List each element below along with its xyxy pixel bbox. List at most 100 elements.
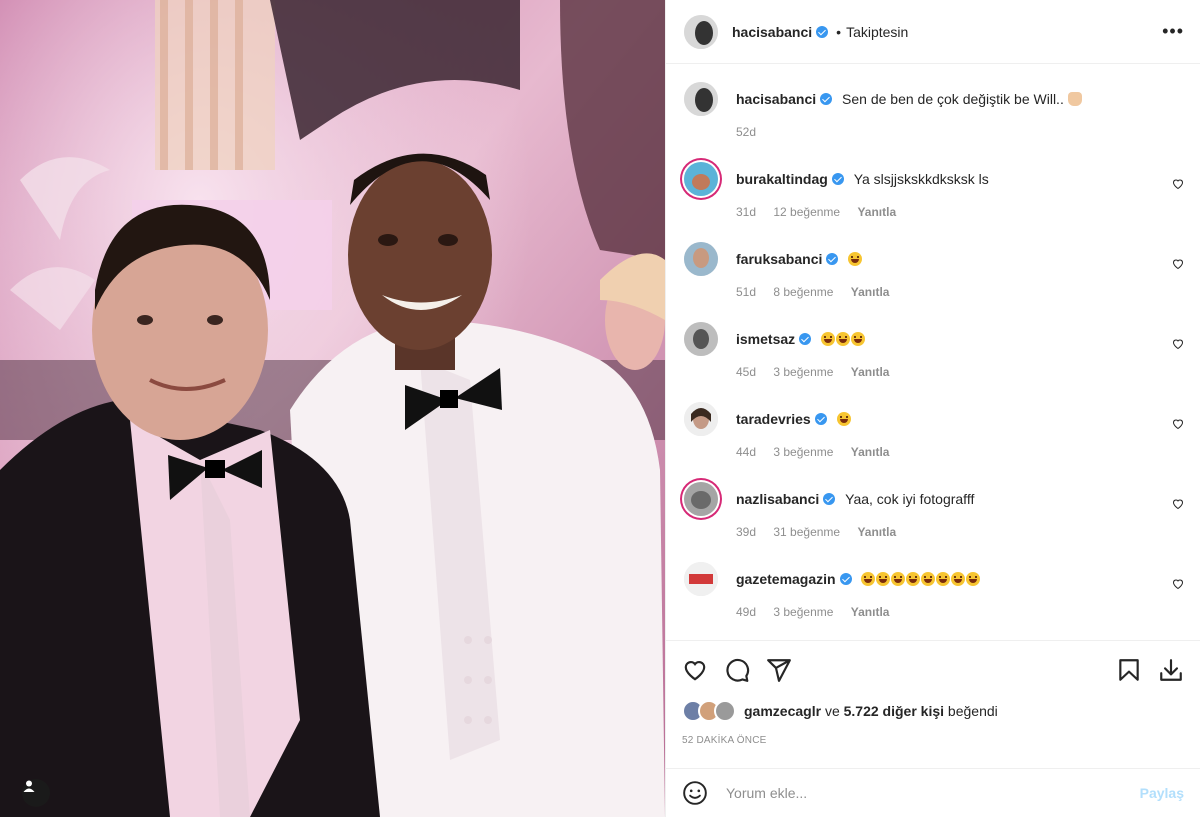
first-liker[interactable]: gamzecaglr [744,703,821,719]
comment-username[interactable]: taradevries [736,411,811,427]
author-avatar[interactable] [684,14,718,49]
laughing-emoji-icon [891,572,906,586]
commenter-avatar[interactable] [684,242,718,276]
laughing-emoji-icon [921,572,936,586]
laughing-emoji-icon [848,252,863,266]
reply-button[interactable]: Yanıtla [851,365,890,379]
comment-item: nazlisabanci Yaa, cok iyi fotografff 39d… [684,464,1184,544]
laughing-emoji-icon [966,572,981,586]
comment-username[interactable]: ismetsaz [736,331,795,347]
laughing-emoji-icon [851,332,866,346]
comment-item: faruksabanci 51d 8 beğenme Yanıtla [684,224,1184,304]
caption-avatar-image [684,82,718,116]
comment-likes[interactable]: 8 beğenme [773,285,833,299]
like-comment-heart-icon[interactable] [1172,338,1184,350]
verified-badge-icon [823,493,836,505]
verified-badge-icon [826,253,839,265]
liker-avatar [714,700,736,722]
caption-avatar[interactable] [684,82,718,116]
caption-time: 52d [736,125,757,139]
comment-likes[interactable]: 12 beğenme [773,205,840,219]
commenter-avatar[interactable] [684,562,718,596]
like-comment-heart-icon[interactable] [1172,418,1184,430]
author-username[interactable]: hacisabanci [732,24,812,40]
save-bookmark-icon[interactable] [1116,657,1142,683]
comment-likes[interactable]: 3 beğenme [773,445,833,459]
comment-time: 39d [736,525,757,539]
comment-likes[interactable]: 31 beğenme [773,525,840,539]
comment-time: 45d [736,365,757,379]
verified-badge-icon [799,333,812,345]
follow-status[interactable]: Takiptesin [846,24,908,40]
comment-time: 44d [736,445,757,459]
comment-text: Ya slsjjskskkdksksk ls [853,171,989,187]
comment-text: Yaa, cok iyi fotografff [845,491,975,507]
commenter-avatar-image [684,402,718,436]
comment-item: ismetsaz 45d 3 beğenme Yanıtla [684,304,1184,384]
commenter-avatar-image [684,242,718,276]
commenter-avatar-image [684,482,718,516]
reply-button[interactable]: Yanıtla [851,605,890,619]
verified-badge-icon [839,573,852,585]
comment-username[interactable]: gazetemagazin [736,571,836,587]
likes-summary[interactable]: gamzecaglr ve 5.722 diğer kişi beğendi [682,699,1184,723]
like-heart-icon[interactable] [682,657,708,683]
commenter-avatar-image [684,562,718,596]
laughing-emoji-icon [906,572,921,586]
comments-list[interactable]: hacisabanci Sen de ben de çok değiştik b… [666,64,1200,640]
likes-others[interactable]: 5.722 diğer kişi [844,703,944,719]
add-comment-bar: Paylaş [666,768,1200,817]
author-avatar-image [684,14,718,49]
comment-emojis [848,251,863,267]
comment-input[interactable] [724,784,1140,802]
reply-button[interactable]: Yanıtla [857,525,896,539]
likes-suffix: beğendi [947,703,998,719]
photo-illustration [0,0,665,817]
comment-emojis [821,331,866,347]
like-comment-heart-icon[interactable] [1172,178,1184,190]
caption: hacisabanci Sen de ben de çok değiştik b… [684,64,1184,144]
rofl-emoji-icon [836,412,851,426]
caption-username[interactable]: hacisabanci [736,91,816,107]
comment-username[interactable]: nazlisabanci [736,491,819,507]
comment-likes[interactable]: 3 beğenme [773,365,833,379]
reply-button[interactable]: Yanıtla [857,205,896,219]
verified-badge-icon [820,93,833,105]
download-icon[interactable] [1158,657,1184,683]
reply-button[interactable]: Yanıtla [851,285,890,299]
commenter-avatar[interactable] [684,162,718,196]
laughing-emoji-icon [821,332,836,346]
verified-badge-icon [816,25,829,38]
person-icon [23,780,35,792]
comment-likes[interactable]: 3 beğenme [773,605,833,619]
comment-item: burakaltindag Ya slsjjskskkdksksk ls 31d… [684,144,1184,224]
comment-emojis [861,571,981,587]
comment-time: 31d [736,205,757,219]
comment-username[interactable]: burakaltindag [736,171,828,187]
post-timestamp: 52 DAKİKA ÖNCE [682,735,767,746]
post-photo[interactable] [0,0,665,817]
emoji-picker-icon[interactable] [682,780,708,806]
like-comment-heart-icon[interactable] [1172,258,1184,270]
commenter-avatar[interactable] [684,482,718,516]
comment-time: 51d [736,285,757,299]
comment-time: 49d [736,605,757,619]
more-options-icon[interactable]: ••• [1162,21,1184,42]
post-comment-button[interactable]: Paylaş [1140,785,1184,801]
comment-item: gazetemagazin 49d 3 beğenme Yanıtla [684,544,1184,624]
verified-badge-icon [831,173,844,185]
likes-connector: ve [824,703,840,719]
laughing-emoji-icon [876,572,891,586]
like-comment-heart-icon[interactable] [1172,578,1184,590]
laughing-emoji-icon [836,332,851,346]
commenter-avatar[interactable] [684,402,718,436]
reply-button[interactable]: Yanıtla [851,445,890,459]
comment-username[interactable]: faruksabanci [736,251,822,267]
tagged-users-button[interactable] [22,779,50,807]
post-header: hacisabanci • Takiptesin ••• [666,0,1200,64]
share-send-icon[interactable] [766,657,792,683]
commenter-avatar[interactable] [684,322,718,356]
commenter-avatar-image [684,322,718,356]
like-comment-heart-icon[interactable] [1172,498,1184,510]
comment-bubble-icon[interactable] [724,657,750,683]
